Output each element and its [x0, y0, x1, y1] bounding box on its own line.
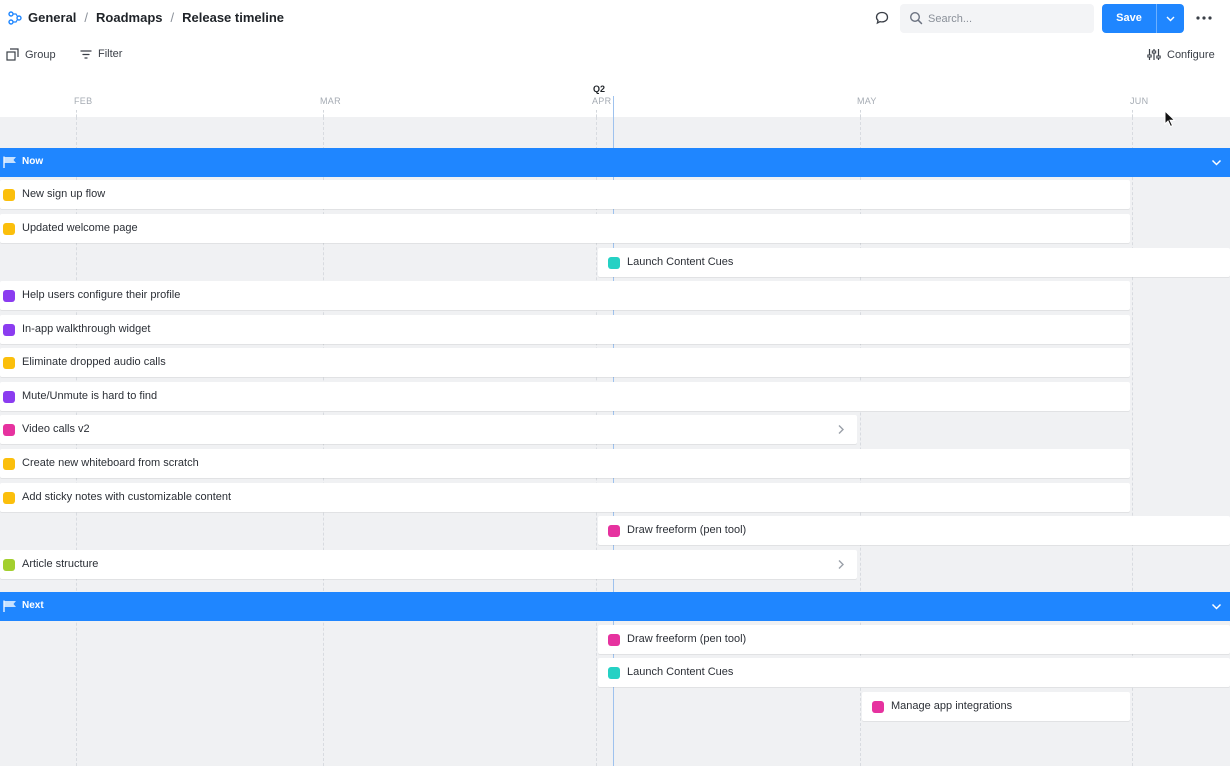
item-label: Launch Content Cues	[627, 666, 734, 678]
status-color-chip	[872, 701, 884, 713]
timeline-item[interactable]: Manage app integrations	[862, 692, 1130, 721]
breadcrumb-item-general[interactable]: General	[28, 10, 76, 25]
status-color-chip	[3, 357, 15, 369]
group-header-next[interactable]: Next	[0, 592, 1230, 621]
filter-button[interactable]: Filter	[80, 48, 122, 60]
flag-icon	[3, 156, 16, 168]
sliders-icon	[1147, 49, 1161, 60]
timeline-item[interactable]: Create new whiteboard from scratch	[0, 449, 1130, 478]
status-color-chip	[608, 257, 620, 269]
timeline-item[interactable]: Eliminate dropped audio calls	[0, 348, 1130, 377]
month-tick	[1132, 110, 1133, 117]
item-label: In-app walkthrough widget	[22, 323, 151, 335]
status-color-chip	[3, 559, 15, 571]
item-label: Video calls v2	[22, 423, 90, 435]
chevron-right-icon[interactable]	[837, 559, 845, 570]
breadcrumb: General / Roadmaps / Release timeline	[8, 10, 284, 25]
timeline-item[interactable]: Article structure	[0, 550, 857, 579]
item-label: Manage app integrations	[891, 700, 1013, 712]
timeline-item[interactable]: Draw freeform (pen tool)	[598, 516, 1230, 545]
item-label: Mute/Unmute is hard to find	[22, 390, 158, 402]
more-options-icon[interactable]	[1194, 10, 1214, 26]
month-tick	[323, 110, 324, 117]
timeline-item[interactable]: Draw freeform (pen tool)	[598, 625, 1230, 654]
status-color-chip	[3, 492, 15, 504]
month-label-mar: MAR	[320, 96, 341, 106]
search-input[interactable]	[928, 9, 1088, 29]
month-tick	[860, 110, 861, 117]
timeline-item[interactable]: Launch Content Cues	[598, 248, 1230, 277]
status-color-chip	[3, 290, 15, 302]
item-label: Help users configure their profile	[22, 289, 181, 301]
item-label: Eliminate dropped audio calls	[22, 356, 166, 368]
item-label: Article structure	[22, 558, 99, 570]
chevron-down-icon[interactable]	[1211, 602, 1222, 611]
top-bar: General / Roadmaps / Release timeline Sa…	[0, 0, 1230, 36]
timeline-item[interactable]: Add sticky notes with customizable conte…	[0, 483, 1130, 512]
timeline-header: Q2 FEB MAR APR MAY JUN	[0, 80, 1230, 117]
quarter-label: Q2	[593, 84, 606, 94]
search-box[interactable]	[900, 4, 1094, 33]
group-name: Now	[22, 156, 44, 167]
item-label: New sign up flow	[22, 188, 106, 200]
configure-label: Configure	[1167, 48, 1215, 61]
item-label: Updated welcome page	[22, 222, 138, 234]
month-tick	[76, 110, 77, 117]
status-color-chip	[3, 223, 15, 235]
item-label: Add sticky notes with customizable conte…	[22, 491, 232, 503]
item-label: Launch Content Cues	[627, 256, 734, 268]
status-color-chip	[3, 324, 15, 336]
month-label-jun: JUN	[1130, 96, 1149, 106]
timeline-item[interactable]: New sign up flow	[0, 180, 1130, 209]
status-color-chip	[608, 667, 620, 679]
configure-button[interactable]: Configure	[1147, 48, 1215, 61]
timeline-item[interactable]: In-app walkthrough widget	[0, 315, 1130, 344]
chevron-down-icon	[1166, 16, 1175, 21]
status-color-chip	[608, 634, 620, 646]
group-button[interactable]: Group	[6, 48, 56, 61]
item-label: Draw freeform (pen tool)	[627, 524, 747, 536]
group-name: Next	[22, 600, 44, 611]
breadcrumb-separator: /	[170, 10, 175, 25]
filter-label: Filter	[98, 48, 123, 60]
status-color-chip	[3, 458, 15, 470]
filter-icon	[80, 49, 92, 59]
mouse-cursor-icon	[1164, 110, 1176, 128]
status-color-chip	[3, 424, 15, 436]
month-label-may: MAY	[857, 96, 877, 106]
month-label-feb: FEB	[74, 96, 93, 106]
item-label: Draw freeform (pen tool)	[627, 633, 747, 645]
page-title: Release timeline	[182, 10, 285, 25]
save-button-group: Save	[1102, 4, 1184, 33]
group-icon	[6, 48, 19, 61]
month-label-apr: APR	[592, 96, 612, 106]
chevron-right-icon[interactable]	[837, 424, 845, 435]
group-header-now[interactable]: Now	[0, 148, 1230, 177]
status-color-chip	[3, 189, 15, 201]
timeline-item[interactable]: Mute/Unmute is hard to find	[0, 382, 1130, 411]
month-tick	[596, 110, 597, 117]
timeline-item[interactable]: Help users configure their profile	[0, 281, 1130, 310]
save-button[interactable]: Save	[1102, 4, 1156, 33]
status-color-chip	[3, 391, 15, 403]
item-label: Create new whiteboard from scratch	[22, 457, 199, 469]
timeline-item[interactable]: Launch Content Cues	[598, 658, 1230, 687]
timeline-item[interactable]: Video calls v2	[0, 415, 857, 444]
group-label: Group	[25, 48, 56, 61]
roadmap-logo-icon	[8, 10, 22, 25]
comment-icon[interactable]	[874, 10, 890, 26]
timeline-item[interactable]: Updated welcome page	[0, 214, 1130, 243]
chevron-down-icon[interactable]	[1211, 158, 1222, 167]
search-icon	[909, 11, 923, 25]
flag-icon	[3, 600, 16, 612]
breadcrumb-separator: /	[84, 10, 89, 25]
save-dropdown-button[interactable]	[1157, 4, 1184, 33]
breadcrumb-item-roadmaps[interactable]: Roadmaps	[96, 10, 162, 25]
status-color-chip	[608, 525, 620, 537]
